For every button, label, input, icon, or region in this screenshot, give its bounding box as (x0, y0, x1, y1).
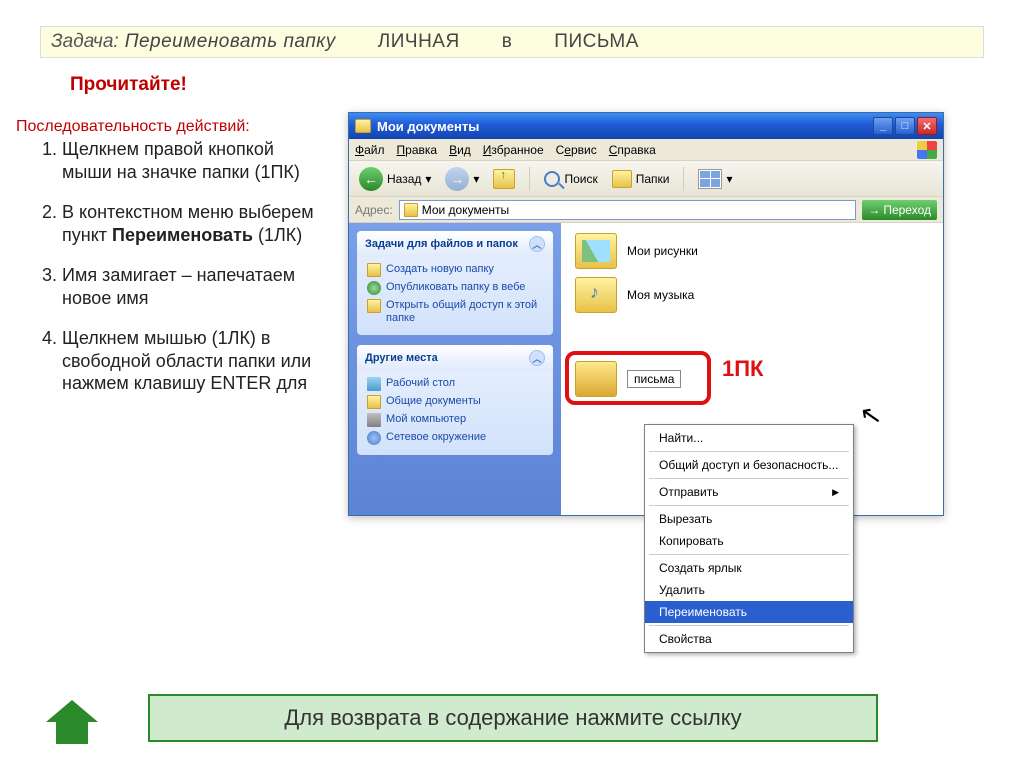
steps-list: Щелкнем правой кнопкой мыши на значке па… (34, 138, 324, 413)
address-bar: Адрес: Мои документы → Переход (349, 197, 943, 223)
read-me-heading: Прочитайте! (70, 74, 187, 96)
place-desktop[interactable]: Рабочий стол (367, 375, 543, 393)
go-arrow-icon: → (868, 203, 880, 217)
folder-my-music[interactable]: Моя музыка (575, 277, 929, 313)
task-to: ПИСЬМА (554, 31, 639, 53)
folder-my-pictures[interactable]: Мои рисунки (575, 233, 929, 269)
menu-view[interactable]: Вид (449, 143, 471, 157)
folders-icon (612, 170, 632, 188)
task-publish[interactable]: Опубликовать папку в вебе (367, 279, 543, 297)
task-from: ЛИЧНАЯ (378, 31, 460, 53)
folders-button[interactable]: Папки (608, 168, 674, 190)
ctx-cut[interactable]: Вырезать (645, 508, 853, 530)
ctx-properties[interactable]: Свойства (645, 628, 853, 650)
sequence-label: Последовательность действий: (16, 118, 250, 136)
address-field[interactable]: Мои документы (399, 200, 857, 220)
ctx-delete[interactable]: Удалить (645, 579, 853, 601)
go-button[interactable]: → Переход (862, 200, 937, 220)
menu-file[interactable]: Файл (355, 143, 385, 157)
forward-button[interactable]: → ▾ (441, 165, 483, 193)
places-panel: Другие места ︿ Рабочий стол Общие докуме… (357, 345, 553, 455)
minimize-button[interactable]: _ (873, 117, 893, 135)
views-button[interactable]: ▾ (694, 167, 736, 191)
menu-tools[interactable]: Сервис (556, 143, 597, 157)
task-pane: Задачи для файлов и папок ︿ Создать нову… (349, 223, 561, 515)
window-title: Мои документы (377, 119, 479, 134)
folder-icon (355, 119, 371, 133)
up-button[interactable] (489, 167, 519, 191)
panel-header: Задачи для файлов и папок (365, 238, 518, 250)
step-2: В контекстном меню выберем пункт Переиме… (62, 201, 324, 246)
submenu-arrow-icon: ▶ (832, 487, 839, 498)
step-4: Щелкнем мышью (1ЛК) в свободной области … (62, 327, 324, 395)
close-button[interactable]: ✕ (917, 117, 937, 135)
task-new-folder[interactable]: Создать новую папку (367, 261, 543, 279)
collapse-button[interactable]: ︿ (529, 236, 545, 252)
home-button[interactable] (46, 700, 98, 744)
house-roof-icon (46, 700, 98, 722)
file-tasks-panel: Задачи для файлов и папок ︿ Создать нову… (357, 231, 553, 335)
task-share[interactable]: Открыть общий доступ к этой папке (367, 297, 543, 327)
back-button[interactable]: ← Назад ▾ (355, 165, 435, 193)
forward-icon: → (445, 167, 469, 191)
menu-help[interactable]: Справка (609, 143, 656, 157)
task-header: Задача: Переименовать папку ЛИЧНАЯ в ПИС… (40, 26, 984, 58)
folder-icon (575, 277, 617, 313)
step-1: Щелкнем правой кнопкой мыши на значке па… (62, 138, 324, 183)
panel-header: Другие места (365, 352, 438, 364)
ctx-copy[interactable]: Копировать (645, 530, 853, 552)
place-my-computer[interactable]: Мой компьютер (367, 411, 543, 429)
step-3: Имя замигает – напечатаем новое имя (62, 264, 324, 309)
ctx-share[interactable]: Общий доступ и безопасность... (645, 454, 853, 476)
maximize-button[interactable]: □ (895, 117, 915, 135)
footer-link[interactable]: Для возврата в содержание нажмите ссылку (148, 694, 878, 742)
annotation-1pk: 1ПК (722, 356, 763, 382)
search-button[interactable]: Поиск (540, 169, 601, 189)
ctx-send[interactable]: Отправить▶ (645, 481, 853, 503)
menu-favorites[interactable]: Избранное (483, 143, 544, 157)
place-shared-docs[interactable]: Общие документы (367, 393, 543, 411)
back-icon: ← (359, 167, 383, 191)
place-network[interactable]: Сетевое окружение (367, 429, 543, 447)
task-in: в (502, 31, 513, 53)
annotation-highlight-box (565, 351, 711, 405)
window-titlebar[interactable]: Мои документы _ □ ✕ (349, 113, 943, 139)
folder-icon (575, 233, 617, 269)
menu-bar: Файл Правка Вид Избранное Сервис Справка (349, 139, 943, 161)
views-icon (698, 169, 722, 189)
task-label: Задача: (51, 31, 119, 53)
toolbar: ← Назад ▾ → ▾ Поиск Папки ▾ (349, 161, 943, 197)
search-icon (544, 171, 560, 187)
windows-flag-icon (917, 141, 937, 159)
ctx-rename[interactable]: Переименовать (645, 601, 853, 623)
menu-edit[interactable]: Правка (397, 143, 438, 157)
task-text: Переименовать папку (125, 31, 336, 53)
address-label: Адрес: (355, 203, 393, 217)
collapse-button[interactable]: ︿ (529, 350, 545, 366)
ctx-find[interactable]: Найти... (645, 427, 853, 449)
folder-up-icon (493, 169, 515, 189)
folder-icon (404, 203, 418, 217)
ctx-shortcut[interactable]: Создать ярлык (645, 557, 853, 579)
context-menu: Найти... Общий доступ и безопасность... … (644, 424, 854, 653)
house-body-icon (56, 722, 88, 744)
